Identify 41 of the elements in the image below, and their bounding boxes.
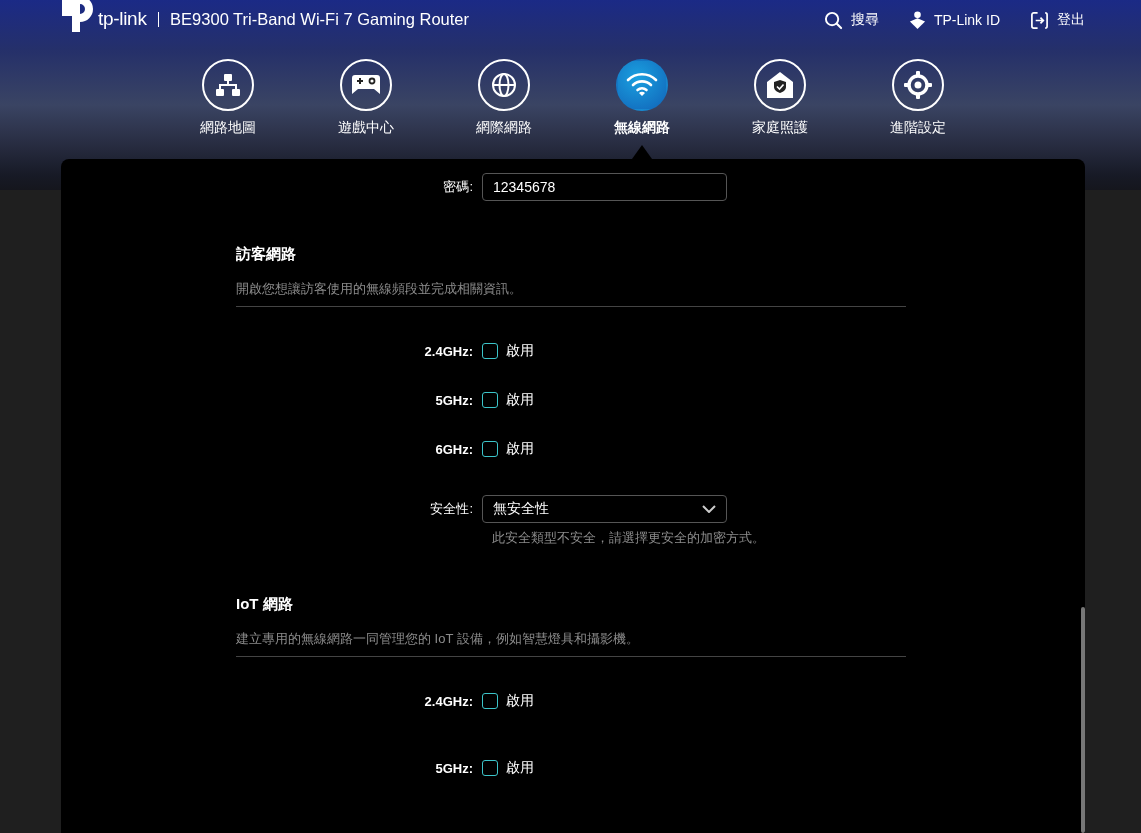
field-label: 安全性: bbox=[429, 500, 474, 518]
nav-tab[interactable]: 遊戲中心 bbox=[297, 59, 435, 137]
enable-checkbox[interactable]: 啟用 bbox=[482, 440, 534, 458]
section-title: IoT 網路 bbox=[236, 595, 294, 614]
search-link[interactable]: 搜尋 bbox=[823, 10, 879, 30]
chevron-down-icon bbox=[702, 505, 716, 513]
logout-link[interactable]: 登出 bbox=[1030, 10, 1085, 30]
globe-icon bbox=[491, 72, 517, 98]
gear-icon bbox=[904, 71, 932, 99]
user-icon bbox=[908, 10, 926, 30]
enable-checkbox[interactable]: 啟用 bbox=[482, 692, 534, 710]
section-description: 開啟您想讓訪客使用的無線頻段並完成相關資訊。 bbox=[236, 280, 523, 298]
scrollbar-thumb[interactable] bbox=[1081, 607, 1085, 833]
enable-checkbox[interactable]: 啟用 bbox=[482, 759, 534, 777]
band-label: 2.4GHz: bbox=[423, 693, 474, 709]
enable-checkbox[interactable]: 啟用 bbox=[482, 391, 534, 409]
nav-tab[interactable]: 家庭照護 bbox=[711, 59, 849, 137]
product-title: BE9300 Tri-Band Wi-Fi 7 Gaming Router bbox=[170, 9, 470, 29]
network-map-icon bbox=[215, 72, 241, 98]
band-label: 6GHz: bbox=[434, 441, 474, 457]
band-label: 5GHz: bbox=[434, 760, 474, 776]
search-icon bbox=[823, 10, 843, 30]
band-label: 5GHz: bbox=[434, 392, 474, 408]
warning-text: 此安全類型不安全，請選擇更安全的加密方式。 bbox=[491, 529, 765, 547]
account-link[interactable]: TP-Link ID bbox=[908, 10, 1000, 30]
section-title: 訪客網路 bbox=[236, 245, 297, 264]
nav-tab[interactable]: 網際網路 bbox=[435, 59, 573, 137]
band-label: 2.4GHz: bbox=[423, 343, 474, 359]
house-shield-icon bbox=[766, 71, 794, 99]
logo-icon bbox=[60, 0, 96, 34]
gamepad-icon bbox=[351, 73, 381, 97]
security-dropdown[interactable]: 無安全性 bbox=[482, 495, 727, 523]
logo-text: tp-link bbox=[98, 8, 147, 30]
enable-checkbox[interactable]: 啟用 bbox=[482, 342, 534, 360]
section-description: 建立專用的無線網路一同管理您的 IoT 設備，例如智慧燈具和攝影機。 bbox=[236, 630, 640, 648]
field-label: 密碼: bbox=[442, 178, 474, 196]
wifi-icon bbox=[626, 72, 658, 98]
nav-tab[interactable]: 網路地圖 bbox=[159, 59, 297, 137]
nav-tab[interactable]: 進階設定 bbox=[849, 59, 987, 137]
password-field[interactable]: 12345678 bbox=[482, 173, 727, 201]
logout-icon bbox=[1030, 10, 1049, 30]
